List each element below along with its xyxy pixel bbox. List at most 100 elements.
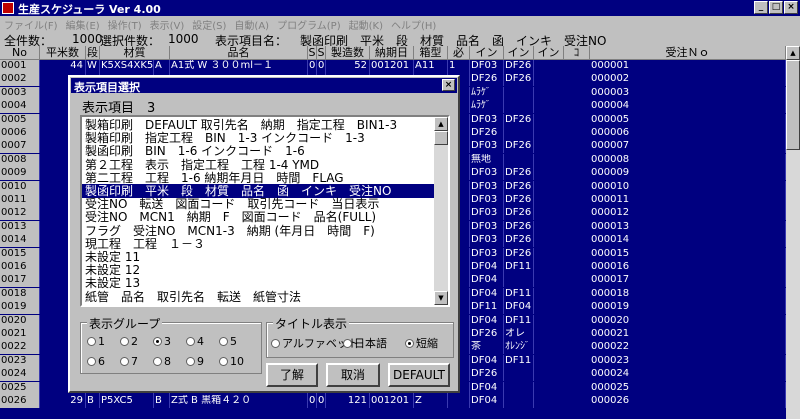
row-order-no[interactable]: 000014 [590,234,786,248]
group-radio-5[interactable]: 5 [219,335,237,348]
row-ink1[interactable]: DF03 [470,167,504,181]
list-item[interactable]: 受注NO 転送 図面コード 取引先コード 当日表示 [82,197,434,211]
row-order-no[interactable]: 000025 [590,381,786,395]
row-s2[interactable]: 0 [317,395,326,408]
row-order-no[interactable]: 000001 [590,60,786,73]
grid-vertical-scrollbar[interactable]: ▲ [786,46,800,419]
row-order-no[interactable]: 000022 [590,341,786,355]
row-order-no[interactable]: 000010 [590,180,786,194]
row-s2[interactable]: 0 [317,60,326,73]
menu-file[interactable]: ファイル(F) [0,16,62,32]
list-item[interactable]: 第２工程 表示 指定工程 工程 1-4 YMD [82,158,434,172]
row-no[interactable]: 0009 [0,167,40,181]
menu-view[interactable]: 表示(V) [146,16,189,32]
radio-icon[interactable] [271,338,280,348]
row-no[interactable]: 0017 [0,274,40,288]
col-header-ink1[interactable]: イン [470,46,504,60]
radio-icon[interactable] [87,337,96,346]
row-order-no[interactable]: 000019 [590,301,786,315]
row-ink2[interactable]: DF26 [504,73,534,87]
row-ink1[interactable]: DF26 [470,127,504,140]
row-required[interactable]: 1 [448,60,470,73]
row-no[interactable]: 0018 [0,287,40,301]
radio-icon[interactable] [343,338,352,348]
menu-launch[interactable]: 起動(K) [345,16,387,32]
row-ink1[interactable]: 無地 [470,153,504,167]
row-order-no[interactable]: 000008 [590,153,786,167]
row-no[interactable]: 0023 [0,354,40,368]
row-ink2[interactable]: DF04 [504,301,534,315]
row-ink2[interactable]: DF26 [504,60,534,73]
row-due-date[interactable]: 001201 [370,60,414,73]
row-order-no[interactable]: 000004 [590,100,786,114]
row-material[interactable]: P5XC5 [100,395,154,408]
col-header-quantity[interactable]: 製造数 [326,46,370,60]
col-header-ink2[interactable]: イン [504,46,534,60]
table-row[interactable]: 0026 29 B P5XC5 B Z式 B 黒箱４２０ 0 0 121 001201 Z DF04 0… [0,395,786,408]
maximize-button[interactable]: □ [769,1,783,14]
list-scroll-up-button[interactable]: ▲ [434,117,448,131]
cancel-button[interactable]: 取消 [326,363,380,387]
row-ink2[interactable] [504,368,534,382]
radio-icon[interactable] [153,337,162,346]
group-radio-8[interactable]: 8 [153,355,171,368]
row-no[interactable]: 0007 [0,140,40,154]
menu-edit[interactable]: 編集(E) [62,16,104,32]
list-item[interactable]: フラグ 受注NO MCN1-3 納期 (年月日 時間 F) [82,224,434,238]
list-item[interactable]: 第二工程 工程 1-6 納期年月日 時間 FLAG [82,171,434,185]
row-no[interactable]: 0004 [0,100,40,114]
row-box-type[interactable]: A11 [414,60,448,73]
row-ink1[interactable]: ﾑﾗｹﾞ [470,100,504,114]
default-button[interactable]: DEFAULT [388,363,450,387]
row-ink1[interactable]: DF03 [470,180,504,194]
row-area[interactable]: 44 [40,60,86,73]
row-ink1[interactable]: DF04 [470,274,504,288]
row-no[interactable]: 0022 [0,341,40,355]
row-no[interactable]: 0013 [0,220,40,234]
dialog-close-button[interactable]: × [442,79,455,91]
row-order-no[interactable]: 000005 [590,113,786,127]
row-no[interactable]: 0002 [0,73,40,87]
list-item[interactable]: 製箱印刷 DEFAULT 取引先名 納期 指定工程 BIN1-3 [82,118,434,132]
row-ink2[interactable]: DF26 [504,234,534,248]
row-no[interactable]: 0008 [0,153,40,167]
row-no[interactable]: 0010 [0,180,40,194]
group-radio-10[interactable]: 10 [219,355,244,368]
close-window-button[interactable]: × [784,1,798,14]
row-no[interactable]: 0014 [0,234,40,248]
scroll-thumb[interactable] [786,60,800,150]
row-order-no[interactable]: 000020 [590,314,786,328]
col-header-ink3[interactable]: イン [534,46,564,60]
col-header-order-no[interactable]: 受注Ｎｏ [590,46,786,60]
row-ink2[interactable]: DF26 [504,180,534,194]
radio-icon[interactable] [186,357,195,366]
row-required[interactable] [448,395,470,408]
row-order-no[interactable]: 000015 [590,247,786,261]
list-scrollbar[interactable]: ▲ ▼ [434,117,448,305]
row-box-type[interactable]: Z [414,395,448,408]
row-no[interactable]: 0020 [0,314,40,328]
row-quantity[interactable]: 52 [326,60,370,73]
row-ink1[interactable]: DF26 [470,73,504,87]
list-item[interactable]: 未設定 12 [82,263,434,277]
row-ink1[interactable]: DF03 [470,234,504,248]
row-s1[interactable]: 0 [308,60,317,73]
row-due-date[interactable]: 001201 [370,395,414,408]
row-ink1[interactable]: DF03 [470,140,504,154]
col-header-flute[interactable]: 段 [86,46,100,60]
display-item-list[interactable]: 製箱印刷 DEFAULT 取引先名 納期 指定工程 BIN1-3 製箱印刷 指定工… [80,115,450,307]
row-flute[interactable]: B [86,395,100,408]
row-ink2[interactable]: DF26 [504,194,534,207]
list-scroll-down-button[interactable]: ▼ [434,291,448,305]
row-ink1[interactable]: DF11 [470,301,504,315]
row-ink2[interactable]: DF26 [504,113,534,127]
col-header-required[interactable]: 必 [448,46,470,60]
radio-icon[interactable] [219,357,228,366]
row-ink2[interactable]: DF11 [504,314,534,328]
row-ink2[interactable]: DF11 [504,287,534,301]
row-ink1[interactable]: DF03 [470,247,504,261]
row-ink2[interactable]: DF26 [504,140,534,154]
list-item[interactable]: 紙管 品名 取引先名 転送 紙管寸法 [82,290,434,304]
row-no[interactable]: 0024 [0,368,40,382]
menu-operation[interactable]: 操作(T) [104,16,146,32]
